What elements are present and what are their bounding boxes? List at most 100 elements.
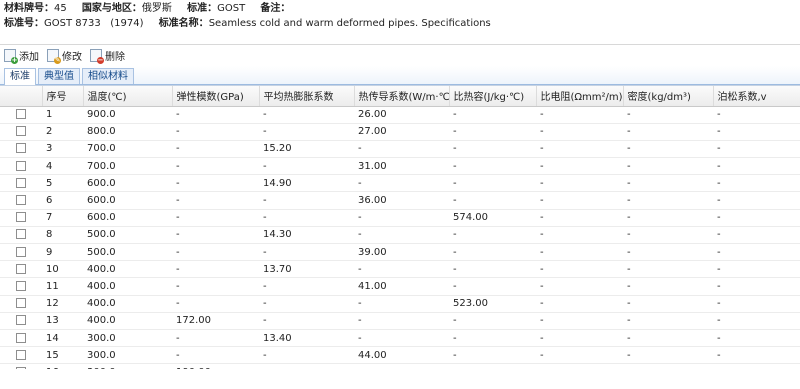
row-checkbox[interactable]: [16, 246, 26, 257]
column-header[interactable]: 温度(℃): [83, 86, 173, 107]
row-checkbox[interactable]: [16, 280, 26, 291]
table-cell: -: [449, 157, 536, 176]
edit-button[interactable]: ✎ 修改: [47, 48, 82, 64]
table-cell: 14.90: [259, 174, 354, 193]
tab-standard[interactable]: 标准: [4, 68, 36, 85]
column-header[interactable]: 序号: [42, 86, 84, 107]
material-no-value: 45: [54, 3, 67, 14]
table-cell: -: [713, 174, 800, 193]
table-cell: -: [172, 295, 259, 313]
tab-typical-values[interactable]: 典型值: [38, 68, 80, 84]
table-row[interactable]: 15 300.0- -44.00- - - -: [0, 346, 800, 365]
table-cell: 700.0: [83, 157, 172, 176]
table-cell: -: [354, 295, 449, 313]
table-row[interactable]: 8 500.0-14.30- - - - -: [0, 226, 800, 245]
row-select-cell: [0, 157, 42, 176]
row-checkbox[interactable]: [16, 212, 26, 223]
table-cell: -: [713, 312, 800, 330]
row-checkbox[interactable]: [16, 126, 26, 137]
table-header-row: 序号 温度(℃) 弹性模数(GPa) 平均热膨胀系数 热传导系数(W/m·℃) …: [0, 86, 800, 107]
row-checkbox[interactable]: [16, 366, 26, 369]
table-cell: 400.0: [83, 277, 172, 296]
country-value: 俄罗斯: [141, 3, 172, 14]
table-cell: 300.0: [83, 346, 172, 365]
row-checkbox[interactable]: [16, 195, 26, 206]
table-cell: 800.0: [83, 123, 172, 141]
delete-button[interactable]: − 删除: [90, 48, 125, 64]
column-header[interactable]: 平均热膨胀系数: [259, 86, 355, 107]
table-row[interactable]: 7 600.0- - -574.00- - -: [0, 209, 800, 227]
table-cell: -: [259, 363, 354, 369]
row-checkbox[interactable]: [16, 263, 26, 274]
table-cell: -: [259, 123, 354, 141]
row-checkbox[interactable]: [16, 332, 26, 343]
add-button[interactable]: + 添加: [4, 48, 39, 64]
table-cell: -: [449, 191, 536, 210]
row-checkbox[interactable]: [16, 229, 26, 240]
row-checkbox[interactable]: [16, 109, 26, 120]
table-cell: -: [449, 329, 536, 348]
table-row[interactable]: 13 400.0 172.00- - - - - -: [0, 312, 800, 330]
table-row[interactable]: 3 700.0-15.20- - - - -: [0, 140, 800, 159]
table-cell: 13.40: [259, 329, 354, 348]
row-select-cell: [0, 277, 42, 296]
column-header[interactable]: 泊松系数,v: [713, 86, 800, 107]
table-cell: -: [449, 243, 536, 262]
row-checkbox[interactable]: [16, 177, 26, 188]
table-cell: -: [536, 243, 623, 262]
row-select-cell: [0, 312, 42, 330]
table-row[interactable]: 14 300.0-13.40- - - - -: [0, 329, 800, 348]
table-row[interactable]: 5 600.0-14.90- - - - -: [0, 174, 800, 193]
tab-similar-materials[interactable]: 相似材料: [82, 68, 134, 84]
standard-label: 标准：: [187, 3, 218, 14]
table-cell: -: [354, 209, 449, 227]
table-cell: 6: [42, 191, 83, 210]
table-cell: 8: [42, 226, 83, 245]
table-cell: 16: [42, 363, 83, 369]
column-header[interactable]: 密度(kg/dm³): [623, 86, 714, 107]
row-select-cell: [0, 363, 42, 369]
table-cell: 523.00: [449, 295, 536, 313]
table-row[interactable]: 1 900.0- -26.00- - - -: [0, 106, 800, 124]
table-cell: -: [623, 312, 713, 330]
column-header[interactable]: 热传导系数(W/m·℃): [354, 86, 450, 107]
table-row[interactable]: 9 500.0- -39.00- - - -: [0, 243, 800, 262]
row-checkbox[interactable]: [16, 160, 26, 171]
table-cell: -: [449, 346, 536, 365]
table-cell: 574.00: [449, 209, 536, 227]
row-checkbox[interactable]: [16, 143, 26, 154]
table-row[interactable]: 4 700.0- -31.00- - - -: [0, 157, 800, 176]
column-header[interactable]: 比电阻(Ωmm²/m): [536, 86, 624, 107]
table-cell: -: [623, 191, 713, 210]
table-cell: -: [354, 140, 449, 159]
country: 国家与地区：俄罗斯: [82, 2, 172, 16]
table-cell: -: [623, 277, 713, 296]
table-cell: -: [172, 174, 259, 193]
column-header[interactable]: 弹性模数(GPa): [172, 86, 260, 107]
table-cell: -: [172, 123, 259, 141]
table-cell: -: [536, 140, 623, 159]
table-cell: -: [536, 363, 623, 369]
table-cell: -: [713, 106, 800, 124]
table-row[interactable]: 10 400.0-13.70- - - - -: [0, 260, 800, 279]
column-header[interactable]: 比热容(J/kg·℃): [449, 86, 537, 107]
table-cell: -: [449, 312, 536, 330]
row-checkbox[interactable]: [16, 315, 26, 326]
add-icon: +: [4, 49, 18, 64]
table-row[interactable]: 11 400.0- -41.00- - - -: [0, 277, 800, 296]
table-row[interactable]: 16300.0190.00------: [0, 363, 800, 369]
table-row[interactable]: 6 600.0- -36.00- - - -: [0, 191, 800, 210]
row-checkbox[interactable]: [16, 298, 26, 309]
material-no-label: 材料牌号：: [4, 3, 54, 14]
table-cell: 5: [42, 174, 83, 193]
edit-button-label: 修改: [62, 52, 82, 63]
table-cell: -: [713, 295, 800, 313]
table-cell: 15.20: [259, 140, 354, 159]
table-cell: 39.00: [354, 243, 449, 262]
standard-value: GOST: [217, 3, 246, 14]
material-info-panel: 材料牌号：45 国家与地区：俄罗斯 标准：GOST 备注： 标准号：GOST 8…: [0, 0, 800, 44]
table-cell: -: [623, 295, 713, 313]
table-row[interactable]: 12 400.0- - -523.00- - -: [0, 295, 800, 313]
row-checkbox[interactable]: [16, 349, 26, 360]
table-row[interactable]: 2 800.0- -27.00- - - -: [0, 123, 800, 141]
